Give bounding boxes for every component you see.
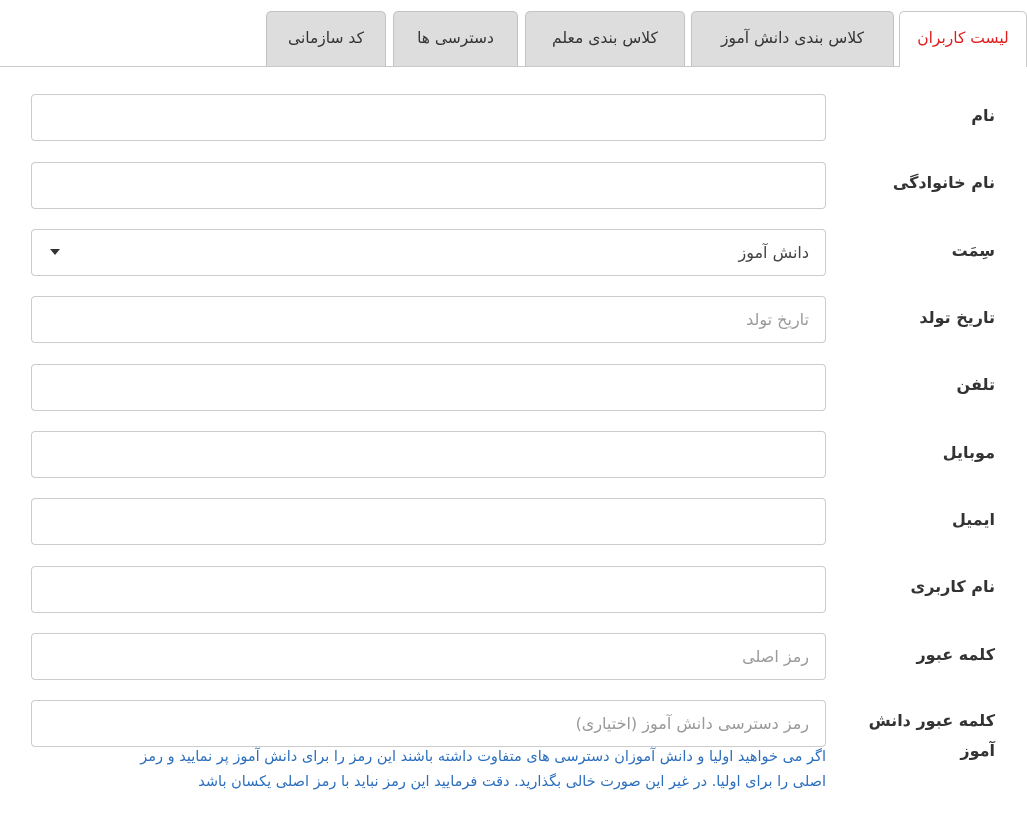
password-input[interactable] [31,633,826,680]
mobile-input[interactable] [31,431,826,478]
role-selected-value: دانش آموز [738,243,809,262]
mobile-label: موبایل [942,443,995,462]
role-label: سِمَت [951,241,995,260]
last-name-input[interactable] [31,162,826,209]
last-name-label: نام خانوادگی [892,173,995,192]
tab-teacher-classes[interactable]: کلاس بندی معلم [525,11,685,66]
chevron-down-icon [50,249,60,255]
password-label: کلمه عبور [916,645,995,664]
username-input[interactable] [31,566,826,613]
tab-student-classes[interactable]: کلاس بندی دانش آموز [691,11,894,66]
first-name-label: نام [971,106,995,125]
email-label: ایمیل [951,510,995,529]
username-label: نام کاربری [910,577,995,596]
student-password-label: کلمه عبور دانش آموز [868,711,995,760]
phone-label: تلفن [956,375,995,394]
email-input[interactable] [31,498,826,545]
tab-bar: لیست کاربران کلاس بندی دانش آموز کلاس بن… [0,0,1027,67]
first-name-input[interactable] [31,94,826,141]
tab-user-list[interactable]: لیست کاربران [899,11,1027,67]
phone-input[interactable] [31,364,826,411]
student-password-input[interactable] [31,700,826,747]
birth-date-input[interactable] [31,296,826,343]
tab-org-code[interactable]: کد سازمانی [266,11,386,66]
birth-date-label: تاریخ تولد [919,308,995,327]
tab-permissions[interactable]: دسترسی ها [393,11,518,66]
student-password-help-text: اگر می خواهید اولیا و دانش آموزان دسترسی… [140,749,826,790]
role-select[interactable]: دانش آموز [31,229,826,276]
